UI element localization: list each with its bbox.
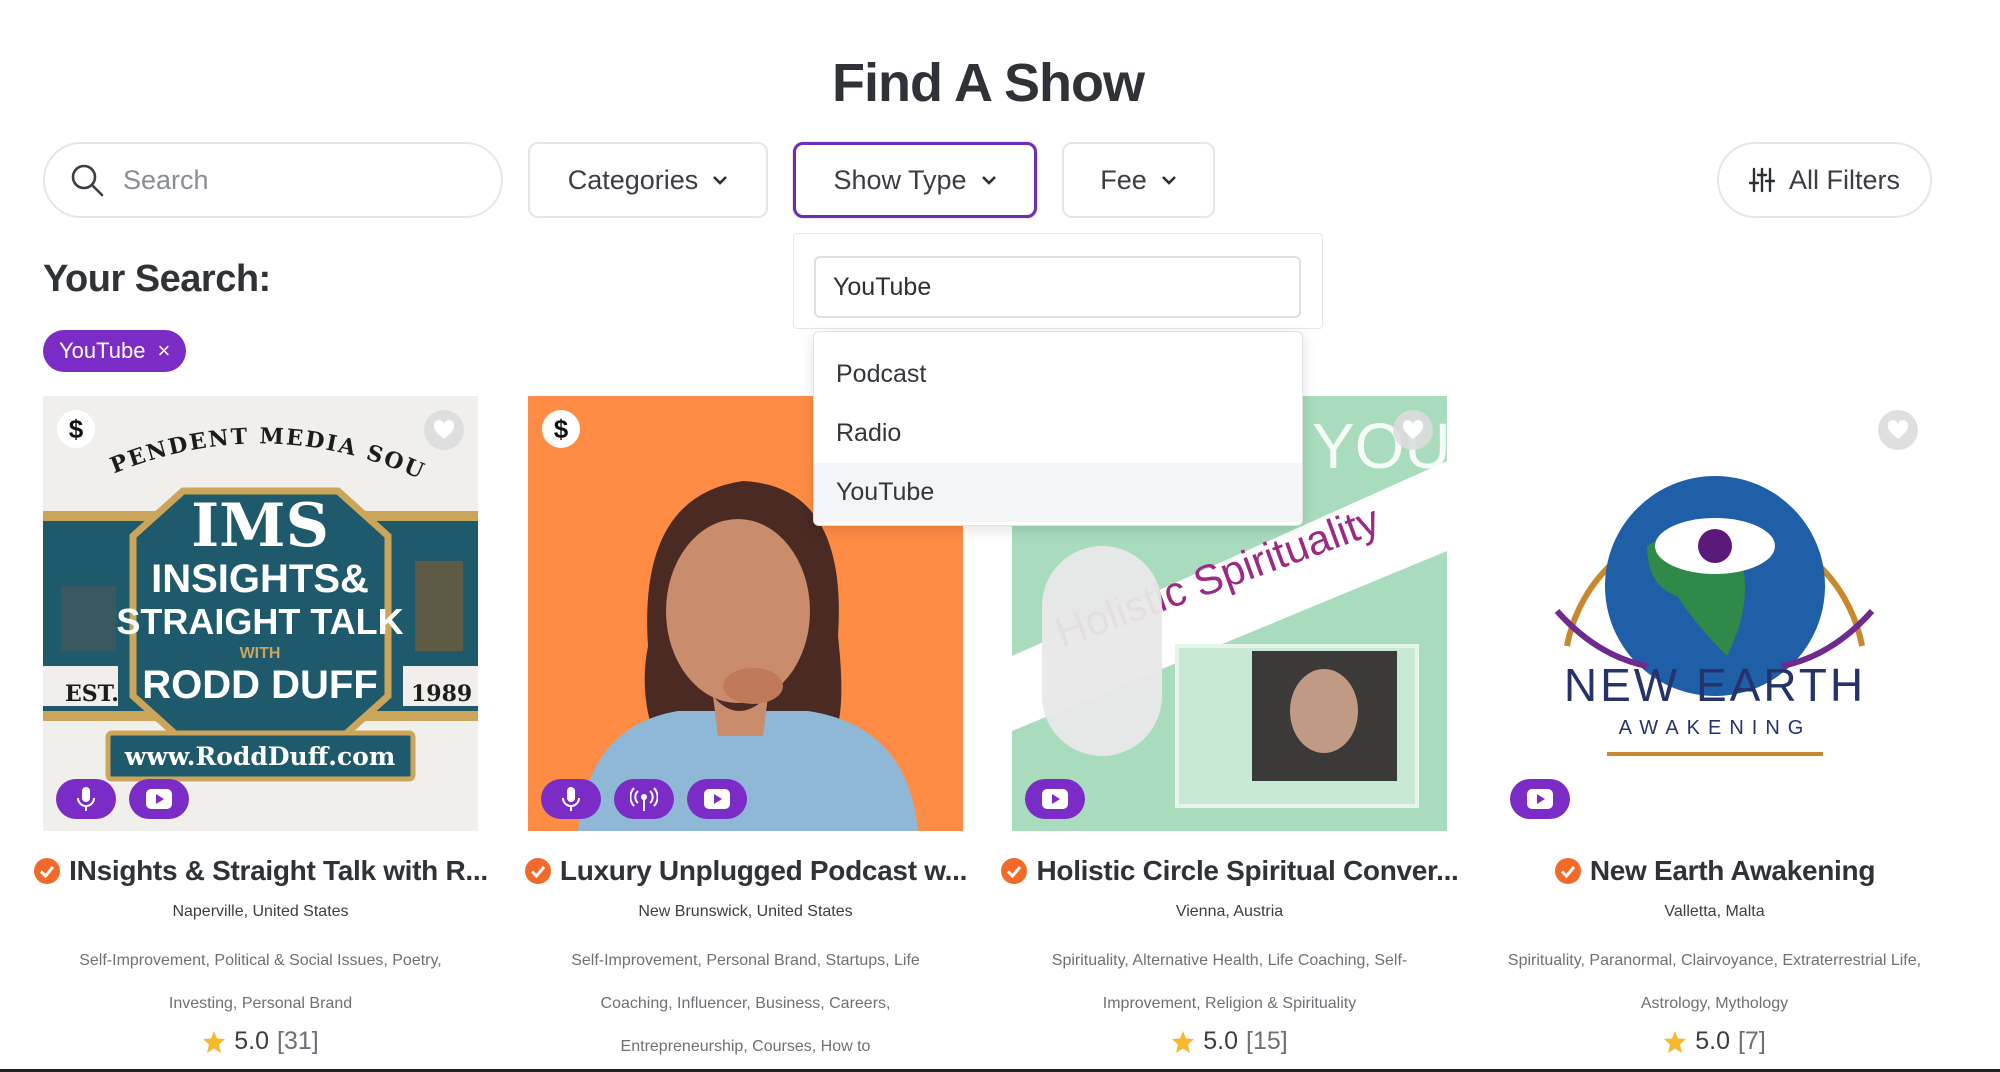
show-location: Vienna, Austria [1175, 903, 1284, 920]
your-search-heading: Your Search: [43, 258, 271, 300]
close-icon[interactable]: × [157, 338, 170, 364]
show-card[interactable]: INDEPENDENT MEDIA SOURCE IMS INSIGHTS& S… [34, 396, 488, 1056]
show-thumbnail[interactable]: NEW EARTH AWAKENING [1497, 396, 1932, 831]
show-title-text: New Earth Awakening [1589, 855, 1876, 886]
search-icon [71, 164, 104, 197]
review-count: [7] [1737, 1027, 1766, 1055]
categories-button[interactable]: Categories [528, 142, 768, 218]
show-title[interactable]: Holistic Circle Spiritual Conver... [1001, 855, 1459, 887]
favorite-heart-icon[interactable] [1878, 410, 1918, 450]
show-type-filter-input[interactable]: YouTube [814, 256, 1301, 318]
show-rating: 5.0 [7] [1497, 1027, 1932, 1056]
show-location: New Brunswick, United States [638, 903, 853, 920]
verified-icon [1554, 858, 1581, 884]
show-categories: Spirituality, Paranormal, Clairvoyance, … [1507, 952, 1922, 1012]
star-icon [203, 1030, 226, 1053]
show-location: Valletta, Malta [1664, 903, 1765, 920]
art-line1: NEW EARTH [1564, 659, 1866, 711]
option-radio[interactable]: Radio [814, 404, 1302, 463]
search-input[interactable]: Search [43, 142, 503, 218]
show-artwork: INDEPENDENT MEDIA SOURCE IMS INSIGHTS& S… [43, 396, 478, 831]
chevron-down-icon [713, 176, 728, 185]
show-categories: Spirituality, Alternative Health, Life C… [1051, 952, 1408, 1012]
youtube-icon [1510, 779, 1570, 819]
show-title-text: Luxury Unplugged Podcast w... [559, 855, 968, 886]
show-card[interactable]: NEW EARTH AWAKENING New Earth Awakening … [1497, 396, 1932, 1056]
rating-value: 5.0 [234, 1027, 270, 1055]
show-title[interactable]: New Earth Awakening [1497, 855, 1932, 887]
art-year: 1989 [411, 681, 472, 707]
art-line5: RODD DUFF [142, 663, 378, 707]
chevron-down-icon [1161, 176, 1176, 185]
show-artwork: NEW EARTH AWAKENING [1497, 396, 1932, 831]
verified-icon [1001, 858, 1028, 884]
all-filters-button[interactable]: All Filters [1717, 142, 1932, 218]
favorite-heart-icon[interactable] [424, 410, 464, 450]
show-type-label: Show Type [833, 164, 967, 195]
chip-label: YouTube [59, 338, 146, 363]
art-est: EST. [65, 681, 119, 707]
star-icon [1172, 1030, 1195, 1053]
art-line3: STRAIGHT TALK [116, 601, 403, 642]
fee-button[interactable]: Fee [1062, 142, 1215, 218]
show-title-text: Holistic Circle Spiritual Conver... [1036, 855, 1459, 886]
art-line2: INSIGHTS& [151, 557, 369, 601]
art-line1: IMS [191, 491, 329, 561]
categories-label: Categories [567, 164, 699, 195]
chevron-down-icon [981, 176, 996, 185]
favorite-heart-icon[interactable] [1393, 410, 1433, 450]
art-line4: WITH [240, 645, 281, 662]
art-url: www.RoddDuff.com [124, 742, 396, 771]
youtube-icon [1025, 779, 1085, 819]
microphone-icon [541, 779, 601, 819]
show-type-button[interactable]: Show Type [793, 142, 1037, 218]
radio-icon [614, 779, 674, 819]
paid-badge: $ [57, 410, 95, 448]
sliders-icon [1748, 167, 1775, 193]
all-filters-label: All Filters [1788, 164, 1900, 195]
show-categories: Self-Improvement, Personal Brand, Startu… [571, 952, 920, 1055]
show-type-options-list: Podcast Radio YouTube [813, 331, 1303, 526]
filter-chip-youtube[interactable]: YouTube × [43, 330, 187, 372]
rating-value: 5.0 [1695, 1027, 1730, 1055]
youtube-icon [129, 779, 189, 819]
fee-label: Fee [1100, 164, 1147, 195]
show-categories: Self-Improvement, Political & Social Iss… [79, 952, 442, 1012]
show-title[interactable]: INsights & Straight Talk with R... [34, 855, 488, 887]
show-title[interactable]: Luxury Unplugged Podcast w... [524, 855, 967, 887]
youtube-icon [687, 779, 747, 819]
search-placeholder: Search [123, 164, 209, 195]
show-location: Naperville, United States [172, 903, 349, 920]
art-line2: AWAKENING [1619, 717, 1812, 739]
rating-value: 5.0 [1203, 1027, 1239, 1055]
microphone-icon [56, 779, 116, 819]
review-count: [15] [1246, 1027, 1288, 1055]
star-icon [1664, 1030, 1687, 1053]
verified-icon [34, 858, 61, 884]
show-type-dropdown: YouTube [793, 233, 1323, 329]
review-count: [31] [277, 1027, 319, 1055]
show-title-text: INsights & Straight Talk with R... [69, 855, 488, 886]
show-rating: 5.0 [15] [1012, 1027, 1447, 1056]
page-title: Find A Show [832, 53, 1145, 113]
show-rating: 5.0 [31] [43, 1027, 478, 1056]
verified-icon [524, 858, 551, 884]
option-youtube[interactable]: YouTube [814, 463, 1302, 522]
paid-badge: $ [542, 410, 580, 448]
show-thumbnail[interactable]: INDEPENDENT MEDIA SOURCE IMS INSIGHTS& S… [43, 396, 478, 831]
option-podcast[interactable]: Podcast [814, 345, 1302, 404]
